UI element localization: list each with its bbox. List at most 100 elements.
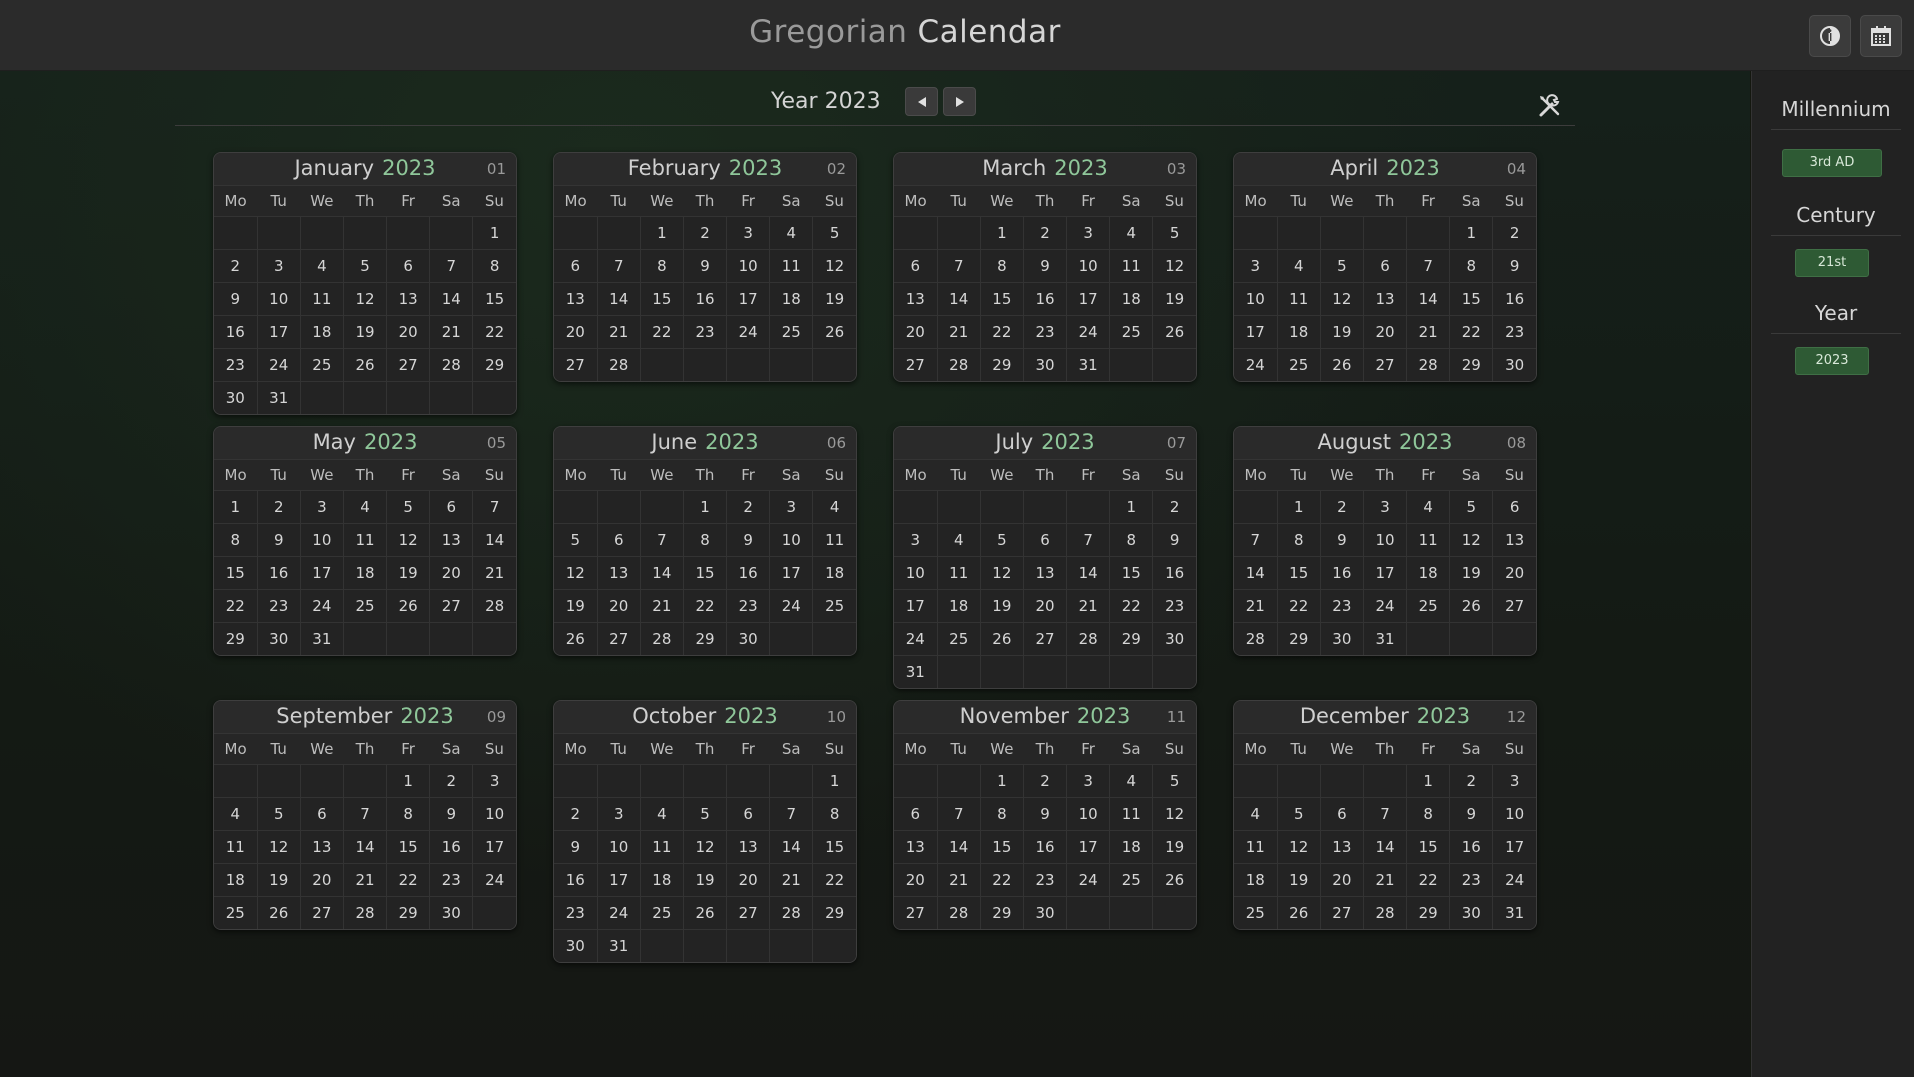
day-cell[interactable]: 16 xyxy=(1023,282,1068,316)
day-cell[interactable]: 6 xyxy=(300,797,344,831)
day-cell[interactable]: 26 xyxy=(554,622,598,655)
day-cell[interactable]: 23 xyxy=(1320,589,1364,623)
day-cell[interactable]: 23 xyxy=(1152,589,1196,623)
day-cell[interactable]: 20 xyxy=(1320,863,1364,897)
day-cell[interactable]: 23 xyxy=(1449,863,1494,897)
day-cell[interactable]: 19 xyxy=(386,556,431,590)
day-cell[interactable]: 14 xyxy=(1363,830,1408,864)
day-cell[interactable]: 9 xyxy=(257,523,301,557)
day-cell[interactable]: 9 xyxy=(683,249,728,283)
day-cell[interactable]: 17 xyxy=(1066,830,1111,864)
day-cell[interactable]: 24 xyxy=(1066,863,1111,897)
day-cell[interactable]: 18 xyxy=(1109,282,1154,316)
day-cell[interactable]: 25 xyxy=(300,348,344,382)
day-cell[interactable]: 2 xyxy=(257,490,301,524)
day-cell[interactable]: 30 xyxy=(1320,622,1364,655)
day-cell[interactable]: 23 xyxy=(726,589,771,623)
day-cell[interactable]: 29 xyxy=(683,622,728,655)
day-cell[interactable]: 11 xyxy=(640,830,684,864)
day-cell[interactable]: 26 xyxy=(1152,315,1196,349)
day-cell[interactable]: 7 xyxy=(1363,797,1408,831)
day-cell[interactable]: 16 xyxy=(214,315,258,349)
day-cell[interactable]: 2 xyxy=(1492,216,1536,250)
day-cell[interactable]: 30 xyxy=(1023,348,1068,381)
day-cell[interactable]: 11 xyxy=(300,282,344,316)
day-cell[interactable]: 7 xyxy=(1234,523,1278,557)
day-cell[interactable]: 26 xyxy=(1152,863,1196,897)
day-cell[interactable]: 1 xyxy=(980,764,1024,798)
day-cell[interactable]: 17 xyxy=(894,589,938,623)
day-cell[interactable]: 5 xyxy=(980,523,1024,557)
day-cell[interactable]: 26 xyxy=(386,589,431,623)
day-cell[interactable]: 27 xyxy=(1320,896,1364,929)
day-cell[interactable]: 2 xyxy=(1320,490,1364,524)
day-cell[interactable]: 25 xyxy=(343,589,388,623)
day-cell[interactable]: 2 xyxy=(554,797,598,831)
day-cell[interactable]: 15 xyxy=(386,830,431,864)
day-cell[interactable]: 19 xyxy=(1320,315,1364,349)
day-cell[interactable]: 29 xyxy=(980,348,1024,381)
day-cell[interactable]: 26 xyxy=(980,622,1024,656)
day-cell[interactable]: 3 xyxy=(597,797,641,831)
day-cell[interactable]: 6 xyxy=(1492,490,1536,524)
day-cell[interactable]: 15 xyxy=(214,556,258,590)
day-cell[interactable]: 25 xyxy=(640,896,684,930)
day-cell[interactable]: 24 xyxy=(472,863,516,897)
day-cell[interactable]: 4 xyxy=(1234,797,1278,831)
day-cell[interactable]: 26 xyxy=(1449,589,1494,623)
day-cell[interactable]: 12 xyxy=(1152,797,1196,831)
day-cell[interactable]: 20 xyxy=(300,863,344,897)
day-cell[interactable]: 13 xyxy=(554,282,598,316)
day-cell[interactable]: 7 xyxy=(429,249,474,283)
day-cell[interactable]: 19 xyxy=(683,863,728,897)
day-cell[interactable]: 14 xyxy=(597,282,641,316)
day-cell[interactable]: 1 xyxy=(1277,490,1321,524)
day-cell[interactable]: 24 xyxy=(597,896,641,930)
day-cell[interactable]: 22 xyxy=(1109,589,1154,623)
day-cell[interactable]: 30 xyxy=(726,622,771,655)
day-cell[interactable]: 27 xyxy=(1363,348,1408,381)
day-cell[interactable]: 23 xyxy=(429,863,474,897)
day-cell[interactable]: 27 xyxy=(1023,622,1068,656)
day-cell[interactable]: 29 xyxy=(1406,896,1451,929)
day-cell[interactable]: 19 xyxy=(1449,556,1494,590)
day-cell[interactable]: 10 xyxy=(894,556,938,590)
day-cell[interactable]: 15 xyxy=(640,282,684,316)
day-cell[interactable]: 11 xyxy=(1234,830,1278,864)
day-cell[interactable]: 6 xyxy=(597,523,641,557)
day-cell[interactable]: 9 xyxy=(554,830,598,864)
day-cell[interactable]: 1 xyxy=(683,490,728,524)
day-cell[interactable]: 22 xyxy=(980,863,1024,897)
day-cell[interactable]: 21 xyxy=(1363,863,1408,897)
day-cell[interactable]: 11 xyxy=(1277,282,1321,316)
day-cell[interactable]: 25 xyxy=(937,622,981,656)
day-cell[interactable]: 15 xyxy=(683,556,728,590)
day-cell[interactable]: 15 xyxy=(1277,556,1321,590)
day-cell[interactable]: 3 xyxy=(1066,764,1111,798)
day-cell[interactable]: 7 xyxy=(640,523,684,557)
day-cell[interactable]: 29 xyxy=(214,622,258,655)
day-cell[interactable]: 3 xyxy=(1363,490,1408,524)
day-cell[interactable]: 16 xyxy=(429,830,474,864)
day-cell[interactable]: 27 xyxy=(300,896,344,929)
day-cell[interactable]: 31 xyxy=(1492,896,1536,929)
day-cell[interactable]: 13 xyxy=(386,282,431,316)
day-cell[interactable]: 28 xyxy=(937,348,981,381)
day-cell[interactable]: 19 xyxy=(812,282,856,316)
day-cell[interactable]: 22 xyxy=(472,315,516,349)
day-cell[interactable]: 15 xyxy=(812,830,856,864)
day-cell[interactable]: 7 xyxy=(472,490,516,524)
day-cell[interactable]: 30 xyxy=(1492,348,1536,381)
day-cell[interactable]: 18 xyxy=(769,282,814,316)
day-cell[interactable]: 17 xyxy=(1234,315,1278,349)
day-cell[interactable]: 30 xyxy=(257,622,301,655)
day-cell[interactable]: 28 xyxy=(472,589,516,623)
day-cell[interactable]: 11 xyxy=(1109,249,1154,283)
day-cell[interactable]: 11 xyxy=(769,249,814,283)
day-cell[interactable]: 2 xyxy=(1023,216,1068,250)
day-cell[interactable]: 12 xyxy=(1277,830,1321,864)
day-cell[interactable]: 10 xyxy=(472,797,516,831)
day-cell[interactable]: 21 xyxy=(472,556,516,590)
day-cell[interactable]: 14 xyxy=(640,556,684,590)
day-cell[interactable]: 21 xyxy=(1406,315,1451,349)
